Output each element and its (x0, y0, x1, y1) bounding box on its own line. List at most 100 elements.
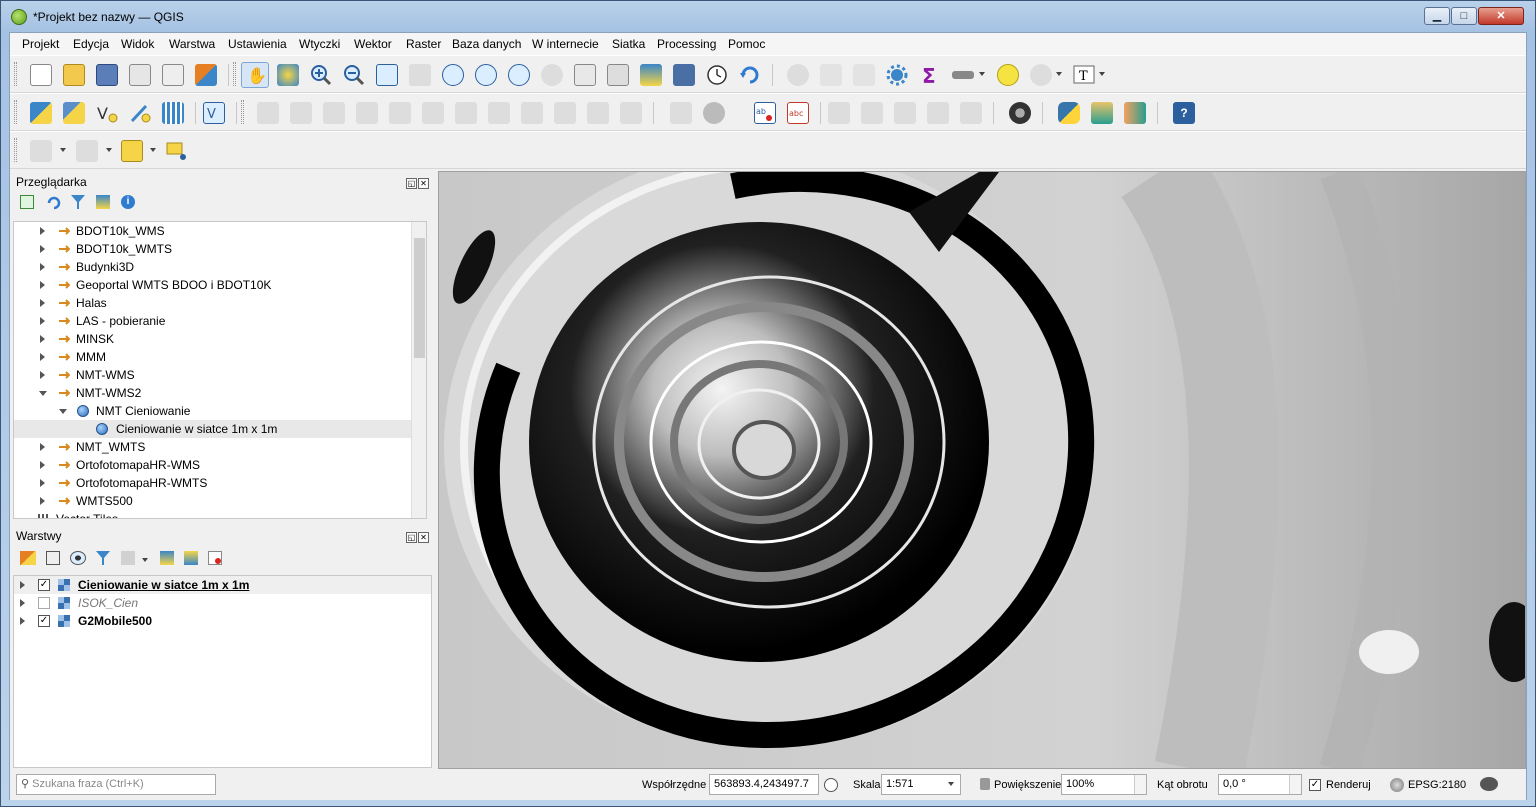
spin-arrows-icon[interactable] (1289, 775, 1301, 794)
copy-features-icon[interactable] (521, 102, 543, 124)
maximize-button[interactable]: □ (1451, 7, 1477, 25)
layout-manager-icon[interactable] (162, 64, 184, 86)
expand-arrow-icon[interactable] (40, 263, 45, 271)
menu-wektor[interactable]: Wektor (354, 37, 392, 51)
new-vector-tile-layer-icon[interactable]: V (203, 102, 225, 124)
tree-item-nmt-wms2[interactable]: NMT-WMS2 (14, 384, 413, 402)
cut-features-icon[interactable] (488, 102, 510, 124)
expand-arrow-icon[interactable] (40, 497, 45, 505)
new-virtual-layer-icon[interactable] (162, 102, 184, 124)
expand-arrow-icon[interactable] (40, 299, 45, 307)
measure-dropdown-arrow-icon[interactable] (979, 72, 985, 76)
menu-w-internecie[interactable]: W internecie (532, 37, 599, 51)
scale-combobox[interactable]: 1:571 (881, 774, 961, 795)
deselect-dropdown-arrow-icon[interactable] (150, 148, 156, 152)
zoom-last-icon[interactable] (508, 64, 530, 86)
refresh-browser-icon[interactable] (46, 195, 62, 211)
zoom-native-resolution-icon[interactable] (475, 64, 497, 86)
rotate-label-icon[interactable] (927, 102, 949, 124)
expand-arrow-icon[interactable] (40, 227, 45, 235)
title-bar[interactable]: *Projekt bez nazwy — QGIS ▁ □ ✕ (1, 1, 1535, 32)
tree-item-nmt-wms[interactable]: NMT-WMS (14, 366, 413, 384)
plugin-globe-binoculars-icon[interactable] (1009, 102, 1031, 124)
redo-icon[interactable] (620, 102, 642, 124)
locator-search-input[interactable]: ⚲ Szukana fraza (Ctrl+K) (16, 774, 216, 795)
coordinate-field[interactable]: 563893.4,243497.7 (709, 774, 819, 795)
delete-selected-icon[interactable] (455, 102, 477, 124)
browser-tree[interactable]: BDOT10k_WMS BDOT10k_WMTS Budynki3D Geopo… (13, 221, 427, 519)
layer-row[interactable]: ISOK_Cien (14, 594, 431, 612)
expand-arrow-icon[interactable] (40, 461, 45, 469)
browser-scrollbar[interactable] (411, 222, 426, 518)
close-panel-icon[interactable]: ✕ (418, 532, 429, 543)
plugin-map-icon[interactable] (1091, 102, 1113, 124)
zoom-full-icon[interactable] (376, 64, 398, 86)
zoom-to-selection-icon[interactable] (409, 64, 431, 86)
statistics-sigma-icon[interactable]: Σ (919, 64, 941, 88)
magnifier-spinbox[interactable]: 100% (1061, 774, 1147, 795)
crs-globe-icon[interactable] (1390, 778, 1404, 792)
select-dropdown-arrow-icon[interactable] (60, 148, 66, 152)
menu-wtyczki[interactable]: Wtyczki (299, 37, 340, 51)
menu-raster[interactable]: Raster (406, 37, 441, 51)
expand-arrow-icon[interactable] (40, 443, 45, 451)
toggle-extents-mouse-icon[interactable] (824, 778, 838, 792)
layer-visibility-checkbox[interactable]: ✓ (38, 579, 50, 591)
float-panel-icon[interactable]: ◱ (406, 532, 417, 543)
tree-item-bdot10k-wmts[interactable]: BDOT10k_WMTS (14, 240, 413, 258)
zoom-next-icon[interactable] (541, 64, 563, 86)
map-tips-icon[interactable] (997, 64, 1019, 86)
menu-edycja[interactable]: Edycja (73, 37, 109, 51)
expand-all-icon[interactable] (160, 551, 174, 565)
close-panel-icon[interactable]: ✕ (418, 178, 429, 189)
undo-icon[interactable] (587, 102, 609, 124)
layer-visibility-checkbox[interactable]: ✓ (38, 615, 50, 627)
tree-item-mmm[interactable]: MMM (14, 348, 413, 366)
tree-item-geoportal-wmts[interactable]: Geoportal WMTS BDOO i BDOT10K (14, 276, 413, 294)
new-3d-view-icon[interactable] (607, 64, 629, 86)
abc-label-red-dot-icon[interactable]: ab (754, 102, 776, 124)
select-by-value-icon[interactable] (76, 140, 98, 162)
tree-item-halas[interactable]: Halas (14, 294, 413, 312)
tree-item-las-pobieranie[interactable]: LAS - pobieranie (14, 312, 413, 330)
collapse-all-icon[interactable] (96, 195, 110, 209)
change-label-icon[interactable] (960, 102, 982, 124)
collapse-all-layers-icon[interactable] (184, 551, 198, 565)
tree-item-wmts500[interactable]: WMTS500 (14, 492, 413, 510)
new-print-layout-icon[interactable] (129, 64, 151, 86)
toggle-editing-icon[interactable] (290, 102, 312, 124)
tree-item-bdot10k-wms[interactable]: BDOT10k_WMS (14, 222, 413, 240)
pin-labels-icon[interactable] (828, 102, 850, 124)
filter-dropdown-arrow-icon[interactable] (142, 558, 148, 562)
save-edits-icon[interactable] (323, 102, 345, 124)
style-manager-icon[interactable] (195, 64, 217, 86)
annotation-dropdown-arrow-icon[interactable] (1099, 72, 1105, 76)
render-checkbox[interactable]: ✓ (1309, 779, 1321, 791)
spin-arrows-icon[interactable] (1134, 775, 1146, 794)
scale-dropdown-arrow-icon[interactable] (948, 782, 954, 786)
toolbar-grip[interactable] (14, 62, 17, 86)
locator-dropdown-arrow-icon[interactable] (1056, 72, 1062, 76)
processing-toolbox-icon[interactable] (886, 64, 908, 86)
tree-item-minsk[interactable]: MINSK (14, 330, 413, 348)
add-group-icon[interactable] (46, 551, 60, 565)
messages-icon[interactable] (1480, 777, 1498, 791)
move-label-icon[interactable] (894, 102, 916, 124)
filter-by-expression-icon[interactable] (121, 551, 135, 565)
zoom-to-layer-icon[interactable] (442, 64, 464, 86)
open-attribute-table-icon[interactable] (820, 64, 842, 86)
close-button[interactable]: ✕ (1478, 7, 1524, 25)
tree-item-nmt-wmts[interactable]: NMT_WMTS (14, 438, 413, 456)
menu-ustawienia[interactable]: Ustawienia (228, 37, 287, 51)
measure-line-icon[interactable] (952, 71, 974, 79)
help-icon[interactable]: ? (1173, 102, 1195, 124)
expand-arrow-icon[interactable] (40, 335, 45, 343)
refresh-icon[interactable] (739, 64, 761, 86)
identify-features-icon[interactable] (787, 64, 809, 86)
expand-arrow-icon[interactable] (40, 371, 45, 379)
crs-button[interactable]: EPSG:2180 (1408, 779, 1466, 791)
paste-features-icon[interactable] (554, 102, 576, 124)
expand-arrow-icon[interactable] (40, 245, 45, 253)
filter-legend-icon[interactable] (96, 551, 110, 565)
locator-dim-icon[interactable] (1030, 64, 1052, 86)
